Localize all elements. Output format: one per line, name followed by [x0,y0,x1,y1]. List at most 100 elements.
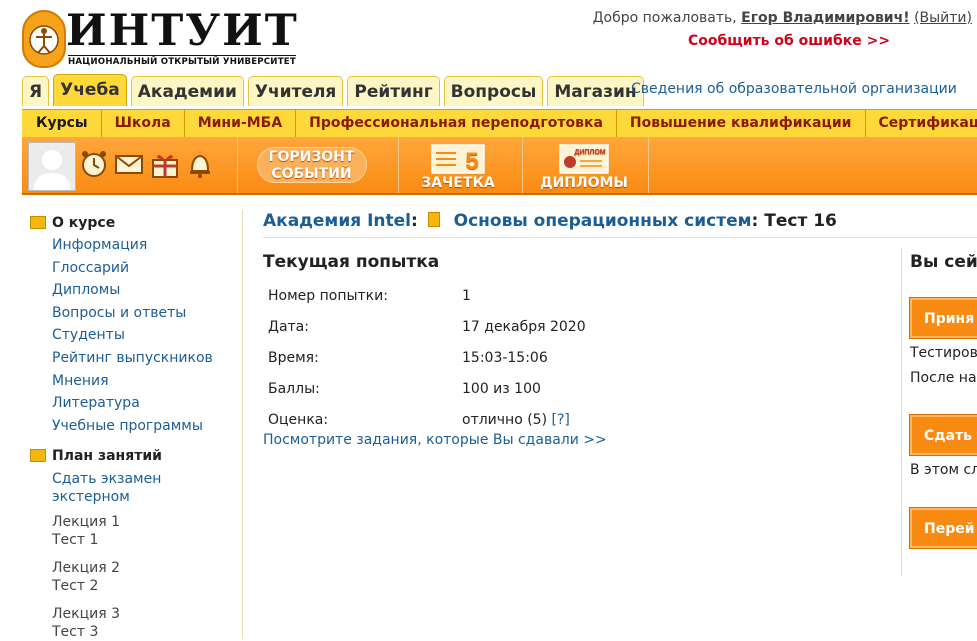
tab-teachers[interactable]: Учителя [248,76,343,106]
grade-help-link[interactable]: [?] [552,412,570,428]
test-1[interactable]: Тест 1 [30,531,240,549]
welcome-message: Добро пожаловать, Егор Владимирович! (Вы… [593,10,972,26]
external-exam-link[interactable]: Сдать экзамен [30,470,240,488]
table-row: Баллы: 100 из 100 [268,373,586,404]
gradebook-label: ЗАЧЕТКА [413,175,503,191]
table-row: Номер попытки: 1 [268,280,586,311]
grade-label: Оценка: [268,404,462,435]
view-submitted-tasks-link[interactable]: Посмотрите задания, которые Вы сдавали >… [263,432,607,448]
folder-icon [30,216,46,229]
accept-button[interactable]: Приня [909,297,977,339]
course-book-icon [428,212,440,227]
right-panel-text-1: Тестирова [910,345,977,361]
external-exam-link-cont[interactable]: экстерном [30,488,240,506]
toolbar-divider [522,137,523,193]
avatar[interactable] [28,142,76,191]
tab-rating[interactable]: Рейтинг [347,76,439,106]
diploma-badge: ДИПЛОМ [574,149,605,156]
site-logo[interactable]: ИНТУИТ НАЦИОНАЛЬНЫЙ ОТКРЫТЫЙ УНИВЕРСИТЕТ [22,10,298,70]
toolbar-divider [648,137,649,193]
time-label: Время: [268,342,462,373]
folder-icon [30,449,46,462]
lecture-3[interactable]: Лекция 3 [30,605,240,623]
go-button[interactable]: Перей [909,507,977,549]
course-sidebar: О курсе Информация Глоссарий Дипломы Воп… [30,210,240,641]
tab-academies[interactable]: Академии [131,76,244,106]
diploma-icon: ДИПЛОМ [554,143,614,175]
breadcrumb-current: Тест 16 [764,211,837,231]
plan-title-text: План занятий [52,445,162,467]
sidebar-item-graduates-rating[interactable]: Рейтинг выпускников [30,347,240,370]
right-panel-title: Вы сейч [910,252,977,272]
horizon-line2: СОБЫТИЙ [258,166,366,183]
breadcrumb-academy[interactable]: Академия Intel [263,211,411,231]
test-3[interactable]: Тест 3 [30,623,240,641]
subnav-school[interactable]: Школа [101,110,184,137]
submit-test-button[interactable]: Сдать т [909,414,977,456]
attempt-number-value: 1 [462,280,586,311]
tab-study[interactable]: Учеба [53,74,127,106]
sidebar-item-programs[interactable]: Учебные программы [30,415,240,438]
gift-icon[interactable] [150,149,180,179]
report-error-link[interactable]: Сообщить об ошибке >> [688,33,890,49]
logo-subtitle: НАЦИОНАЛЬНЫЙ ОТКРЫТЫЙ УНИВЕРСИТЕТ [68,55,296,67]
toolbar-divider [398,137,399,193]
date-label: Дата: [268,311,462,342]
right-panel-text-2: После наж [910,370,977,386]
tab-questions[interactable]: Вопросы [444,76,544,106]
sidebar-item-literature[interactable]: Литература [30,392,240,415]
breadcrumb-course[interactable]: Основы операционных систем [454,211,752,231]
attempt-number-label: Номер попытки: [268,280,462,311]
breadcrumb: Академия Intel: Основы операционных сист… [263,211,837,231]
grade-cell: отлично (5) [?] [462,404,586,435]
sidebar-item-faq[interactable]: Вопросы и ответы [30,302,240,325]
alarm-clock-icon[interactable] [79,149,109,179]
sidebar-item-info[interactable]: Информация [30,234,240,257]
grade-value: отлично (5) [462,412,547,428]
plan-section-title: План занятий [30,445,240,467]
welcome-prefix: Добро пожаловать, [593,10,737,26]
table-row: Оценка: отлично (5) [?] [268,404,586,435]
score-label: Баллы: [268,373,462,404]
org-info-link[interactable]: Сведения об образовательной организации [631,81,957,97]
sidebar-divider [242,210,243,639]
test-2[interactable]: Тест 2 [30,577,240,595]
sidebar-item-glossary[interactable]: Глоссарий [30,257,240,280]
date-value: 17 декабря 2020 [462,311,586,342]
attempt-table: Номер попытки: 1 Дата: 17 декабря 2020 В… [268,280,586,435]
sidebar-item-diplomas[interactable]: Дипломы [30,279,240,302]
lecture-1[interactable]: Лекция 1 [30,513,240,531]
diplomas-label: ДИПЛОМЫ [539,175,629,191]
score-value: 100 из 100 [462,373,586,404]
time-value: 15:03-15:06 [462,342,586,373]
events-horizon-button[interactable]: ГОРИЗОНТ СОБЫТИЙ [254,139,369,191]
about-title-text: О курсе [52,212,115,234]
subnav-courses[interactable]: Курсы [22,110,101,137]
sub-navigation: Курсы Школа Мини-МБА Профессиональная пе… [22,109,977,137]
table-row: Время: 15:03-15:06 [268,342,586,373]
table-row: Дата: 17 декабря 2020 [268,311,586,342]
user-name-link[interactable]: Егор Владимирович! [741,10,909,26]
about-section-title: О курсе [30,212,240,234]
gradebook-button[interactable]: 5 ЗАЧЕТКА [413,139,503,191]
tab-me[interactable]: Я [22,76,49,106]
main-tabs: Я Учеба Академии Учителя Рейтинг Вопросы… [22,76,648,106]
tab-shop[interactable]: Магазин [547,76,643,106]
attempt-title: Текущая попытка [263,252,439,272]
user-toolbar: ГОРИЗОНТ СОБЫТИЙ 5 ЗАЧЕТКА ДИПЛОМ ДИПЛОМ… [22,137,977,195]
mail-icon[interactable] [114,149,144,179]
gradebook-number: 5 [465,148,478,175]
subnav-mini-mba[interactable]: Мини-МБА [184,110,295,137]
sidebar-item-students[interactable]: Студенты [30,324,240,347]
logout-link[interactable]: (Выйти) [914,10,972,26]
subnav-retraining[interactable]: Профессиональная переподготовка [295,110,616,137]
bell-icon[interactable] [185,149,215,179]
subnav-certification[interactable]: Сертификация [865,110,977,137]
sidebar-item-opinions[interactable]: Мнения [30,370,240,393]
logo-title: ИНТУИТ [66,6,299,56]
diplomas-button[interactable]: ДИПЛОМ ДИПЛОМЫ [539,139,629,191]
lecture-2[interactable]: Лекция 2 [30,559,240,577]
logo-emblem-icon [22,10,66,68]
subnav-qualification[interactable]: Повышение квалификации [616,110,865,137]
content-divider [263,237,977,238]
